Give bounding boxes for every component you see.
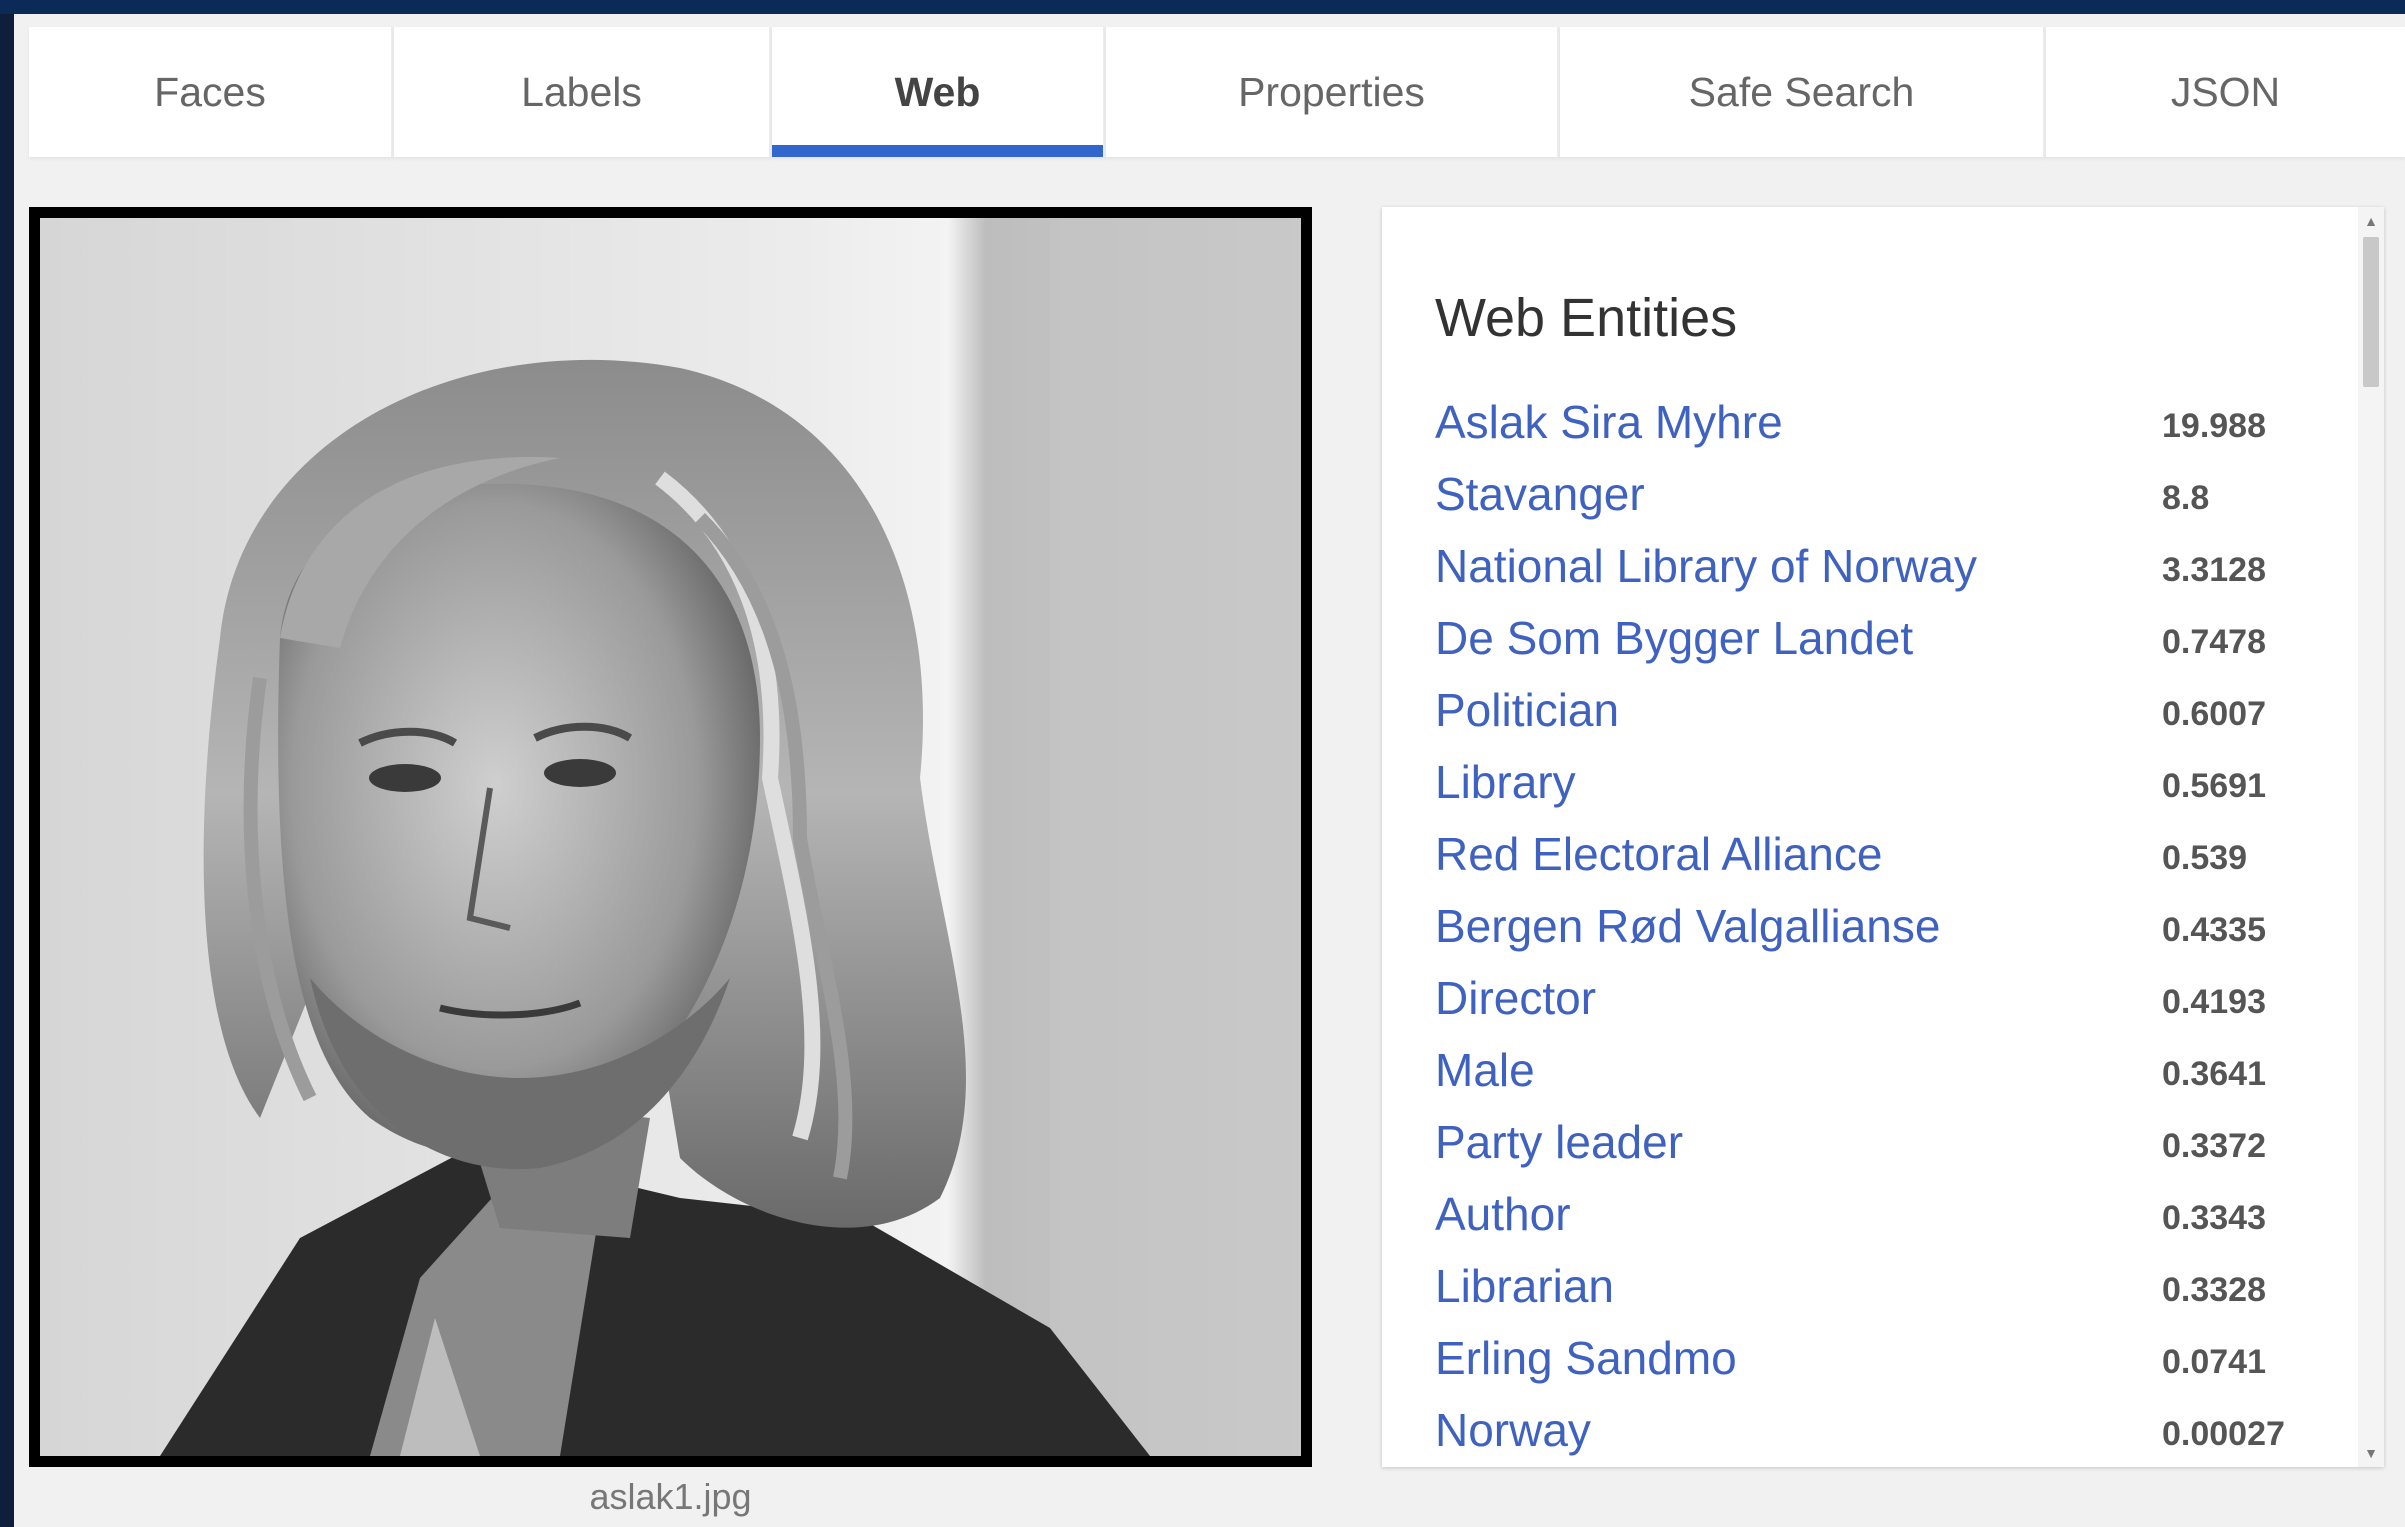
list-item[interactable]: De Som Bygger Landet 0.7478 [1435, 611, 2335, 683]
tab-json[interactable]: JSON [2046, 27, 2405, 157]
list-item[interactable]: Aslak Sira Myhre 19.988 [1435, 395, 2335, 467]
list-item[interactable]: Librarian 0.3328 [1435, 1259, 2335, 1331]
list-item[interactable]: National Library of Norway 3.3128 [1435, 539, 2335, 611]
entity-name-link[interactable]: Erling Sandmo [1435, 1331, 1737, 1385]
tab-labels[interactable]: Labels [394, 27, 772, 157]
entity-score: 0.3372 [2162, 1127, 2266, 1165]
entity-name-link[interactable]: Director [1435, 971, 1596, 1025]
entity-name-link[interactable]: Red Electoral Alliance [1435, 827, 1882, 881]
entity-score: 0.0741 [2162, 1343, 2266, 1381]
entity-score: 0.00027 [2162, 1415, 2285, 1453]
tab-label: Properties [1238, 68, 1425, 115]
entity-name-link[interactable]: Norway [1435, 1403, 1591, 1457]
entity-name-link[interactable]: Librarian [1435, 1259, 1614, 1313]
entity-score: 3.3128 [2162, 551, 2266, 589]
entity-score: 0.3343 [2162, 1199, 2266, 1237]
entity-name-link[interactable]: National Library of Norway [1435, 539, 1977, 593]
entity-score: 0.3641 [2162, 1055, 2266, 1093]
list-item[interactable]: Red Electoral Alliance 0.539 [1435, 827, 2335, 899]
tab-label: Faces [154, 68, 266, 115]
list-item[interactable]: Stavanger 8.8 [1435, 467, 2335, 539]
portrait-photo [40, 218, 1301, 1456]
tab-web[interactable]: Web [772, 27, 1106, 157]
tab-safe-search[interactable]: Safe Search [1560, 27, 2046, 157]
entity-name-link[interactable]: Author [1435, 1187, 1571, 1241]
tab-label: Web [894, 68, 981, 115]
list-item[interactable]: Party leader 0.3372 [1435, 1115, 2335, 1187]
entity-name-link[interactable]: Male [1435, 1043, 1535, 1097]
entity-score: 0.7478 [2162, 623, 2266, 661]
window-top-bar [0, 0, 2405, 14]
tab-faces[interactable]: Faces [29, 27, 394, 157]
analyzed-image [29, 207, 1312, 1467]
list-item[interactable]: Director 0.4193 [1435, 971, 2335, 1043]
entity-score: 0.4335 [2162, 911, 2266, 949]
list-item[interactable]: Norway 0.00027 [1435, 1403, 2335, 1467]
tab-label: JSON [2170, 68, 2281, 115]
tab-label: Labels [521, 68, 642, 115]
entity-name-link[interactable]: Aslak Sira Myhre [1435, 395, 1783, 449]
entity-score: 0.3328 [2162, 1271, 2266, 1309]
list-item[interactable]: Author 0.3343 [1435, 1187, 2335, 1259]
list-item[interactable]: Male 0.3641 [1435, 1043, 2335, 1115]
entity-name-link[interactable]: Party leader [1435, 1115, 1683, 1169]
entity-score: 19.988 [2162, 407, 2266, 445]
entity-name-link[interactable]: Politician [1435, 683, 1619, 737]
panel-title: Web Entities [1435, 288, 1738, 348]
entity-score: 0.6007 [2162, 695, 2266, 733]
entity-name-link[interactable]: Bergen Rød Valgallianse [1435, 899, 1940, 953]
entity-score: 0.539 [2162, 839, 2248, 877]
entity-name-link[interactable]: De Som Bygger Landet [1435, 611, 1913, 665]
web-entities-panel: Web Entities Aslak Sira Myhre 19.988 Stava… [1382, 207, 2384, 1467]
scroll-thumb[interactable] [2363, 237, 2379, 387]
scrollbar[interactable]: ▲ ▼ [2358, 207, 2384, 1467]
scroll-down-icon[interactable]: ▼ [2358, 1443, 2384, 1463]
image-caption: aslak1.jpg [589, 1476, 752, 1517]
list-item[interactable]: Library 0.5691 [1435, 755, 2335, 827]
scroll-up-icon[interactable]: ▲ [2358, 211, 2384, 231]
entity-score: 8.8 [2162, 479, 2210, 517]
tab-bar: Faces Labels Web Properties Safe Search … [29, 27, 2405, 157]
entity-score: 0.4193 [2162, 983, 2266, 1021]
entity-name-link[interactable]: Library [1435, 755, 1576, 809]
list-item[interactable]: Bergen Rød Valgallianse 0.4335 [1435, 899, 2335, 971]
entity-score: 0.5691 [2162, 767, 2266, 805]
entity-list: Aslak Sira Myhre 19.988 Stavanger 8.8 Nation… [1435, 395, 2335, 1467]
list-item[interactable]: Politician 0.6007 [1435, 683, 2335, 755]
tab-label: Safe Search [1688, 68, 1915, 115]
list-item[interactable]: Erling Sandmo 0.0741 [1435, 1331, 2335, 1403]
entity-name-link[interactable]: Stavanger [1435, 467, 1645, 521]
tab-properties[interactable]: Properties [1106, 27, 1560, 157]
